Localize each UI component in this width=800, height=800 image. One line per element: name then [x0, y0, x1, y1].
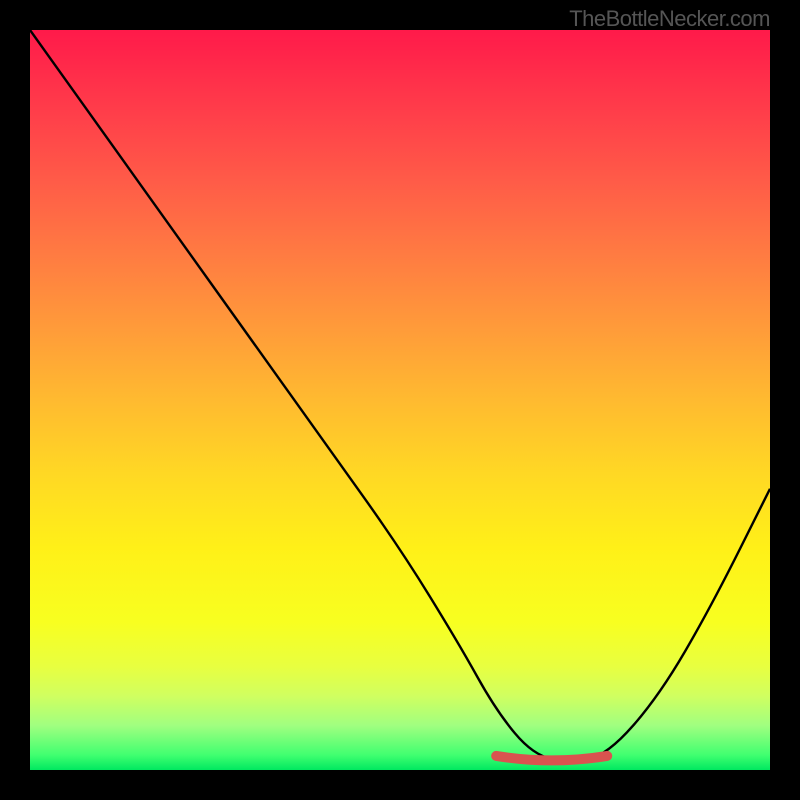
chart-svg — [30, 30, 770, 770]
watermark-text: TheBottleNecker.com — [569, 6, 770, 32]
plot-area — [30, 30, 770, 770]
sweet-spot-path — [496, 756, 607, 761]
bottleneck-chart: TheBottleNecker.com — [0, 0, 800, 800]
bottleneck-curve-path — [30, 30, 770, 761]
